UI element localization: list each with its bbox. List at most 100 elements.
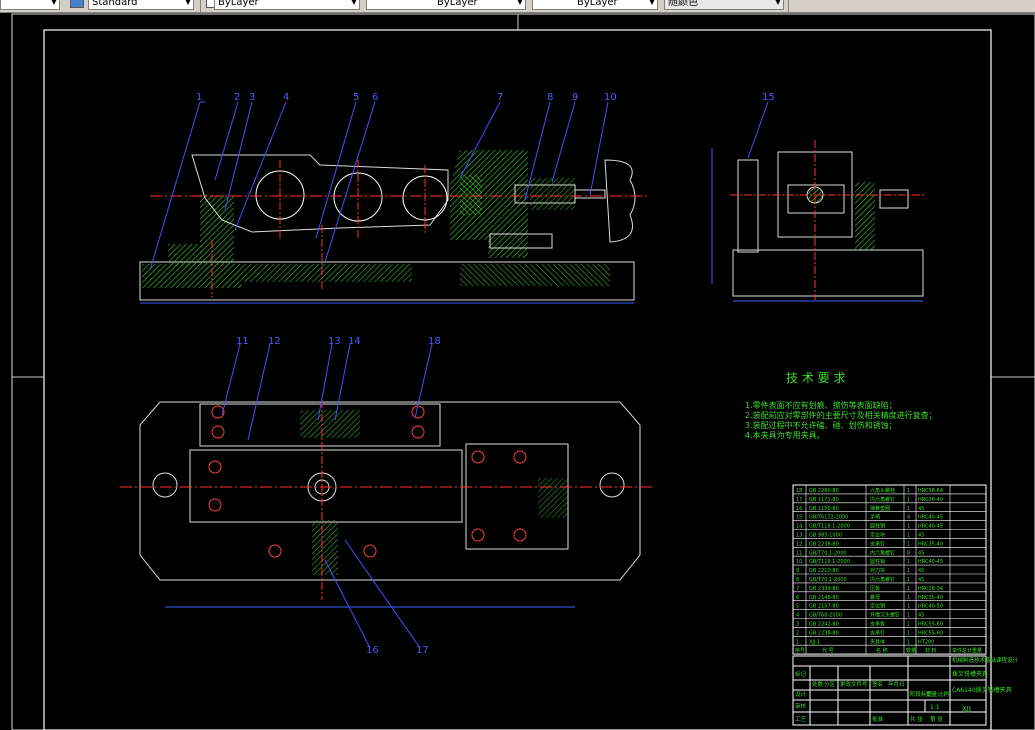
linetype-combo[interactable]: ByLayer ▼ — [366, 0, 526, 10]
bom-cell-name: 内六角螺钉 — [870, 576, 895, 583]
bill-of-materials: 18 GB 2260-80 六角头螺栓 1 HRC58-6417 GB 1171-80 内六… — [792, 484, 987, 655]
bom-cell-no: 11 — [796, 550, 802, 556]
base-hatch-right — [460, 264, 610, 286]
title-col-date: 年月日 — [888, 680, 905, 688]
bom-cell-qty: 1 — [907, 506, 910, 512]
bom-cell-mat: HRC36-40 — [918, 497, 943, 503]
bom-cell-mat: HRC35-40 — [918, 541, 943, 547]
bom-cell-mat: HT200 — [918, 639, 934, 645]
bom-header-std: 代 号 — [822, 647, 834, 654]
bom-cell-std: GB 2238-80 — [809, 541, 839, 547]
part-label-11: 11 — [236, 336, 249, 347]
plotstyle-combo[interactable]: 随颜色 ▼ — [664, 0, 784, 10]
bom-cell-no: 6 — [796, 595, 799, 601]
bom-cell-name: 六角头螺栓 — [870, 487, 895, 494]
bom-cell-std: GB 2148-80 — [809, 595, 839, 601]
bom-cell-qty: 1 — [907, 595, 910, 601]
bom-header-note: 单件总计重量 — [952, 647, 982, 654]
layer-combo[interactable]: ▼ — [0, 0, 60, 10]
bom-cell-mat: 45 — [918, 506, 924, 512]
side-base — [732, 249, 924, 297]
bom-cell-no: 16 — [796, 506, 802, 512]
plan-view: 11 12 13 14 18 16 17 — [120, 336, 655, 656]
toolbar-separator — [788, 0, 789, 12]
part-label-13: 13 — [328, 336, 341, 347]
left-wedge — [168, 244, 202, 266]
lineweight-combo[interactable]: ByLayer ▼ — [532, 0, 658, 10]
title-col-sign: 签名 — [872, 680, 883, 688]
bom-cell-std: GB 1150-80 — [809, 506, 839, 512]
title-ratio: 比例 — [938, 690, 950, 698]
bom-cell-qty: 1 — [907, 524, 910, 530]
bom-cell-no: 5 — [796, 604, 799, 610]
plan-lower-section — [312, 520, 338, 575]
bom-cell-mat: 45 — [918, 577, 924, 583]
part-label-6: 6 — [372, 92, 378, 103]
text-style-icon[interactable] — [70, 0, 84, 8]
bom-cell-no: 18 — [796, 488, 802, 494]
front-view: 1 2 3 4 5 6 7 8 9 10 — [139, 92, 650, 304]
bom-cell-name: 对刀块 — [870, 567, 885, 574]
bom-cell-qty: 1 — [907, 622, 910, 628]
part-label-10: 10 — [604, 92, 617, 103]
title-sheets: 共 张 — [910, 715, 923, 723]
bom-cell-name: 圆柱销 — [870, 558, 885, 565]
chevron-down-icon: ▼ — [184, 0, 191, 6]
bom-cell-std: GB 2157-80 — [809, 604, 839, 610]
bom-cell-qty: 1 — [907, 639, 910, 645]
tech-title: 技 术 要 求 — [786, 371, 845, 385]
tech-note-2: 2.装配前应对零部件的主要尺寸及相关精度进行复查； — [745, 410, 937, 420]
bom-cell-no: 8 — [796, 577, 799, 583]
part-label-5: 5 — [353, 92, 359, 103]
side-screw — [879, 189, 909, 209]
title-col-zone: 分区 — [824, 680, 836, 688]
bom-header-no: 序号 — [795, 647, 805, 654]
bom-cell-mat: HRC35-40 — [918, 595, 943, 601]
bom-cell-std: GB/T70.1-2000 — [809, 577, 847, 583]
title-weight: 重量 — [926, 690, 938, 698]
clamp-jaw — [460, 175, 482, 215]
bom-cell-mat: 45 — [918, 613, 924, 619]
text-style-value: Standard — [92, 0, 138, 8]
plan-left-slot — [152, 472, 178, 498]
part-label-14: 14 — [348, 336, 361, 347]
part-label-4: 4 — [283, 92, 289, 103]
title-drawing-no: XJJ — [962, 705, 971, 713]
bom-cell-std: GB 985-1000 — [809, 533, 842, 539]
bom-cell-mat: 45 — [918, 550, 924, 556]
bom-cell-qty: 1 — [907, 533, 910, 539]
bom-header-mat: 材 料 — [925, 647, 937, 654]
part-label-9: 9 — [572, 92, 578, 103]
chevron-down-icon: ▼ — [774, 0, 781, 6]
bom-header-qty: 数量 — [906, 647, 916, 654]
title-col-docno: 更改文件号 — [840, 680, 868, 688]
bom-cell-qty: 1 — [907, 568, 910, 574]
bom-cell-no: 1 — [796, 639, 799, 645]
bom-cell-qty: 1 — [907, 577, 910, 583]
plan-clamp-hatch — [538, 478, 568, 518]
color-combo[interactable]: ByLayer ▼ — [214, 0, 360, 10]
bom-cell-no: 4 — [796, 613, 799, 619]
bom-cell-mat: HRC40-45 — [918, 524, 943, 530]
title-part-name: CA6140拨叉铣槽夹具 — [952, 686, 1012, 694]
bom-cell-mat: HRC40-45 — [918, 515, 943, 521]
text-style-combo[interactable]: Standard ▼ — [88, 0, 194, 10]
drawing-canvas[interactable]: 1 2 3 4 5 6 7 8 9 10 1 5 11 12 13 14 18 1… — [0, 12, 1035, 730]
bom-cell-name: 开槽沉头螺钉 — [870, 612, 900, 619]
color-value: ByLayer — [218, 0, 259, 8]
bom-cell-no: 10 — [796, 559, 802, 565]
title-approve: 批准 — [872, 715, 884, 723]
bom-cell-qty: 1 — [907, 604, 910, 610]
part-label-3: 3 — [249, 92, 255, 103]
bom-cell-name: 内六角螺钉 — [870, 549, 895, 556]
bom-cell-std: GB 2260-80 — [809, 488, 839, 494]
bom-cell-qty: 1 — [907, 586, 910, 592]
base-hatch-mid — [242, 264, 412, 282]
bom-cell-std: GB/T70.1-2000 — [809, 550, 847, 556]
side-leader — [747, 101, 769, 159]
tech-note-4: 4.本夹具为专用夹具。 — [745, 430, 825, 440]
title-scale: 1:1 — [930, 704, 940, 711]
part-label-12: 12 — [268, 336, 281, 347]
bom-cell-std: XJJ-1 — [809, 639, 820, 645]
bom-cell-mat: HRC55-60 — [918, 622, 943, 628]
